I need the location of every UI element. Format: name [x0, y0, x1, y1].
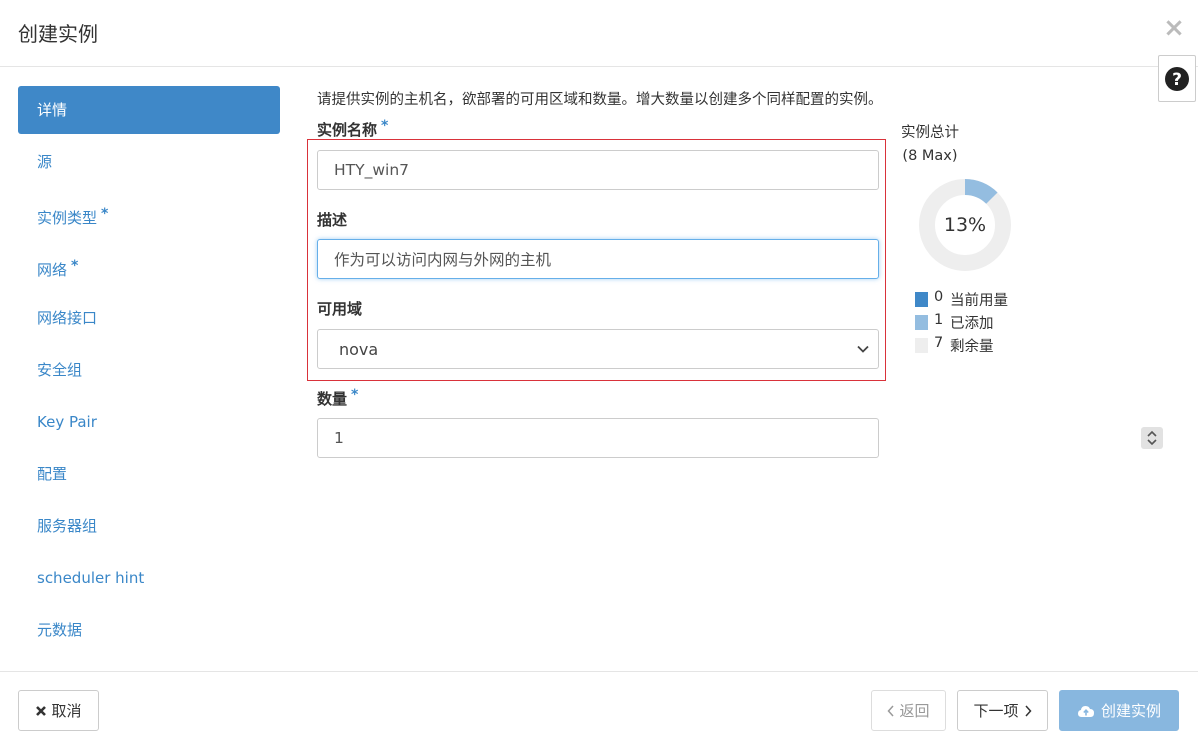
sidebar-item-label: scheduler hint [37, 569, 145, 587]
sidebar-item-network-ports[interactable]: 网络接口 [18, 294, 280, 342]
count-input[interactable] [317, 418, 879, 458]
legend-label: 已添加 [950, 316, 994, 332]
sidebar-item-label: 配置 [37, 465, 68, 483]
quota-percent: 13% [943, 214, 987, 236]
availability-zone-label: 可用域 [317, 300, 363, 318]
chevron-left-icon [887, 704, 895, 717]
sidebar-item-configuration[interactable]: 配置 [18, 450, 280, 498]
cancel-button[interactable]: 取消 [18, 690, 99, 731]
chevron-right-icon [1024, 704, 1032, 717]
legend-label: 剩余量 [950, 339, 994, 355]
required-mark: * [381, 118, 389, 134]
quota-max: (8 Max) [902, 148, 958, 164]
sidebar-item-source[interactable]: 源 [18, 138, 280, 186]
sidebar-item-label: 网络接口 [37, 309, 98, 327]
sidebar-item-security-groups[interactable]: 安全组 [18, 346, 280, 394]
legend-swatch [915, 292, 928, 307]
legend-swatch [915, 338, 928, 353]
required-mark: * [101, 206, 109, 222]
sidebar-item-flavor[interactable]: 实例类型 * [18, 190, 280, 238]
instance-quota: 实例总计 (8 Max) 13% 0 当前用量 1 已添加 7 剩余量 [900, 122, 1030, 355]
availability-zone-select[interactable]: nova [317, 329, 879, 369]
question-circle-icon: ? [1165, 66, 1189, 91]
instance-name-input[interactable] [317, 150, 879, 190]
legend-label: 当前用量 [950, 293, 1008, 309]
sidebar-item-label: 网络 [37, 261, 68, 279]
legend-count: 7 [934, 335, 944, 351]
svg-text:?: ? [1172, 70, 1182, 90]
description-input[interactable] [317, 239, 879, 279]
sidebar-item-label: 源 [37, 153, 53, 171]
required-mark: * [71, 258, 79, 274]
up-down-arrows-icon [1147, 430, 1157, 446]
sidebar-item-server-groups[interactable]: 服务器组 [18, 502, 280, 550]
create-instance-button[interactable]: 创建实例 [1059, 690, 1179, 731]
wizard-sidebar: 详情 源 实例类型 * 网络 * 网络接口 安全组 Key Pair 配置 服务器组… [18, 86, 280, 658]
chevron-down-icon [857, 345, 869, 353]
back-button[interactable]: 返回 [871, 690, 946, 731]
modal-header: 创建实例 × [0, 0, 1198, 67]
sidebar-item-label: 安全组 [37, 361, 83, 379]
required-mark: * [351, 387, 359, 403]
count-stepper[interactable] [1141, 427, 1163, 449]
close-icon [35, 705, 47, 717]
legend-count: 0 [934, 289, 944, 305]
sidebar-item-label: 详情 [37, 101, 68, 119]
count-label: 数量 * [317, 387, 359, 408]
quota-title: 实例总计 [901, 125, 959, 141]
sidebar-item-label: 服务器组 [37, 517, 98, 535]
sidebar-item-label: 实例类型 [37, 209, 98, 227]
legend-swatch [915, 315, 928, 330]
form-intro: 请提供实例的主机名，欲部署的可用区域和数量。增大数量以创建多个同样配置的实例。 [317, 92, 883, 108]
instance-name-label: 实例名称 * [317, 118, 389, 139]
sidebar-item-key-pair[interactable]: Key Pair [18, 398, 280, 446]
sidebar-item-label: Key Pair [37, 413, 97, 431]
sidebar-item-networks[interactable]: 网络 * [18, 242, 280, 290]
description-label: 描述 [317, 211, 348, 229]
sidebar-item-label: 元数据 [37, 621, 83, 639]
modal-title: 创建实例 [18, 22, 98, 46]
help-button[interactable]: ? [1158, 55, 1196, 102]
availability-zone-value: nova [339, 340, 379, 359]
close-icon[interactable]: × [1162, 14, 1186, 42]
modal-footer: 取消 返回 下一项 创建实例 [0, 671, 1198, 748]
sidebar-item-metadata[interactable]: 元数据 [18, 606, 280, 654]
legend-count: 1 [934, 312, 944, 328]
sidebar-item-scheduler-hint[interactable]: scheduler hint [18, 554, 280, 602]
next-button[interactable]: 下一项 [957, 690, 1048, 731]
sidebar-item-details[interactable]: 详情 [18, 86, 280, 134]
cloud-upload-icon [1077, 704, 1095, 718]
